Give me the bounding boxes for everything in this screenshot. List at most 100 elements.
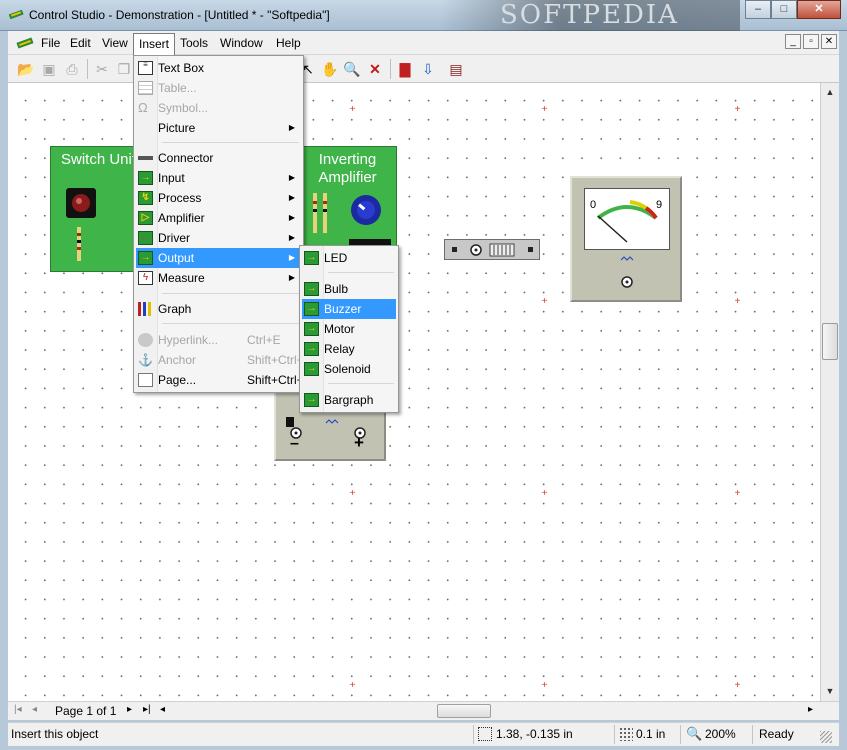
window-maximize-button[interactable]: □ <box>771 0 797 19</box>
meter-terminals <box>620 256 634 288</box>
new-page-icon <box>138 373 153 387</box>
menu-edit[interactable]: Edit <box>67 35 94 51</box>
document-minimize-button[interactable]: _ <box>785 34 801 49</box>
document-icon <box>16 37 34 49</box>
window-minimize-button[interactable]: – <box>745 0 771 19</box>
insert-menu: ≡ Text Box Table... Ω Symbol... Picture … <box>133 55 312 393</box>
resistor-icon <box>77 227 81 261</box>
submenu-item-bulb[interactable]: → Bulb <box>302 279 396 299</box>
menu-item-symbol[interactable]: Ω Symbol... <box>136 98 301 118</box>
amplifier-icon: ▷ <box>138 211 153 225</box>
menu-item-text-box[interactable]: ≡ Text Box <box>136 58 301 78</box>
menu-view[interactable]: View <box>99 35 131 51</box>
switch-unit-module[interactable]: Switch Unit <box>50 146 140 272</box>
next-page-button[interactable]: ▸ <box>127 704 132 715</box>
menu-bar: File Edit View Insert Tools Window Help … <box>8 31 839 55</box>
menu-item-output[interactable]: → Output ▶ <box>136 248 301 268</box>
menu-tools[interactable]: Tools <box>177 35 211 51</box>
menu-item-page[interactable]: Page... Shift+Ctrl+N <box>136 370 312 390</box>
menu-item-input[interactable]: → Input ▶ <box>136 168 301 188</box>
graph-icon <box>138 302 153 316</box>
meter-module[interactable]: 0 9 <box>570 176 682 302</box>
hand-pan-icon[interactable]: ✋ <box>320 59 340 79</box>
status-bar: Insert this object 1.38, -0.135 in 0.1 i… <box>8 722 839 746</box>
output-icon: → <box>138 251 153 265</box>
submenu-item-motor[interactable]: → Motor <box>302 319 396 339</box>
status-coordinates: 1.38, -0.135 in <box>496 727 573 741</box>
last-page-button[interactable]: ▸| <box>143 704 151 715</box>
first-page-button[interactable]: |◂ <box>14 704 22 715</box>
submenu-item-led[interactable]: → LED <box>302 248 396 268</box>
chevron-right-icon: ▶ <box>288 273 295 282</box>
relay-icon: → <box>304 342 319 356</box>
output-submenu: → LED → Bulb → Buzzer → Motor → Relay → … <box>299 245 399 413</box>
submenu-item-solenoid[interactable]: → Solenoid <box>302 359 396 379</box>
text-box-icon: ≡ <box>138 61 153 75</box>
menu-item-driver[interactable]: ← Driver ▶ <box>136 228 301 248</box>
save-icon[interactable]: ▣ <box>39 59 59 79</box>
menu-item-graph[interactable]: Graph <box>136 299 301 319</box>
submenu-item-buzzer[interactable]: → Buzzer <box>302 299 396 319</box>
push-button-icon <box>66 188 96 218</box>
amplifier-title-line1: Inverting <box>318 151 377 168</box>
copy-icon[interactable]: ❐ <box>114 59 134 79</box>
switch-unit-title: Switch Unit <box>61 151 137 168</box>
menu-item-process[interactable]: ↯ Process ▶ <box>136 188 301 208</box>
submenu-item-bargraph[interactable]: → Bargraph <box>302 390 396 410</box>
menu-item-picture[interactable]: Picture ▶ <box>136 118 301 138</box>
resize-grip[interactable] <box>820 731 832 743</box>
motor-icon: → <box>304 322 319 336</box>
scroll-left-arrow[interactable]: ◂ <box>160 704 165 715</box>
scroll-up-arrow[interactable]: ▲ <box>821 84 839 101</box>
led-icon: → <box>304 251 319 265</box>
anchor-icon: ⚓ <box>138 353 153 367</box>
buzzer-icon: → <box>304 302 319 316</box>
zoom-level-icon: 🔍 <box>686 726 703 741</box>
solenoid-icon: → <box>304 362 319 376</box>
chevron-right-icon: ▶ <box>288 173 295 182</box>
page-navigation-bar: |◂ ◂ Page 1 of 1 ▸ ▸| ◂ ▸ <box>8 701 839 720</box>
menu-item-anchor[interactable]: ⚓ Anchor Shift+Ctrl+A <box>136 350 312 370</box>
driver-icon: ← <box>138 231 153 245</box>
import-icon[interactable]: ⇩ <box>418 59 438 79</box>
table-icon <box>138 81 153 95</box>
buzzer-component[interactable] <box>444 239 540 260</box>
menu-window[interactable]: Window <box>217 35 266 51</box>
menu-item-measure[interactable]: ϟ Measure ▶ <box>136 268 301 288</box>
status-zoom: 200% <box>705 727 736 741</box>
diagram-canvas[interactable]: + + + + + + + + + + + Switch Unit Invert… <box>8 83 820 701</box>
vertical-scrollbar[interactable]: ▲ ▼ <box>820 83 839 701</box>
document-close-button[interactable]: ✕ <box>821 34 837 49</box>
menu-item-connector[interactable]: Connector <box>136 148 301 168</box>
connector-icon <box>138 156 153 160</box>
meter-scale-min: 0 <box>590 199 596 211</box>
menu-item-table[interactable]: Table... <box>136 78 301 98</box>
measure-icon: ϟ <box>138 271 153 285</box>
vertical-scroll-thumb[interactable] <box>822 323 838 360</box>
menu-help[interactable]: Help <box>273 35 304 51</box>
delete-icon[interactable]: ✕ <box>365 59 385 79</box>
meter-scale-max: 9 <box>656 199 662 211</box>
prev-page-button[interactable]: ◂ <box>32 704 37 715</box>
open-folder-icon[interactable]: 📂 <box>16 59 36 79</box>
zoom-icon[interactable]: 🔍 <box>342 59 362 79</box>
menu-item-hyperlink[interactable]: Hyperlink... Ctrl+E <box>136 330 301 350</box>
menu-item-amplifier[interactable]: ▷ Amplifier ▶ <box>136 208 301 228</box>
graph-icon[interactable]: ▇ <box>395 59 415 79</box>
document-restore-button[interactable]: ▫ <box>803 34 819 49</box>
print-icon[interactable]: ⎙ <box>62 59 82 79</box>
title-bar: Control Studio - Demonstration - [Untitl… <box>0 0 847 31</box>
cut-icon[interactable]: ✂ <box>92 59 112 79</box>
scroll-right-arrow[interactable]: ▸ <box>808 704 813 715</box>
scroll-down-arrow[interactable]: ▼ <box>821 683 839 700</box>
submenu-item-relay[interactable]: → Relay <box>302 339 396 359</box>
horizontal-scroll-thumb[interactable] <box>437 704 491 718</box>
bargraph-icon: → <box>304 393 319 407</box>
window-close-button[interactable]: ✕ <box>797 0 841 19</box>
component-box-icon[interactable]: ▤ <box>446 59 466 79</box>
menu-file[interactable]: File <box>38 35 63 51</box>
knob-icon <box>351 195 381 225</box>
app-icon <box>8 9 24 20</box>
menu-insert[interactable]: Insert <box>133 33 176 55</box>
chevron-right-icon: ▶ <box>288 253 295 262</box>
